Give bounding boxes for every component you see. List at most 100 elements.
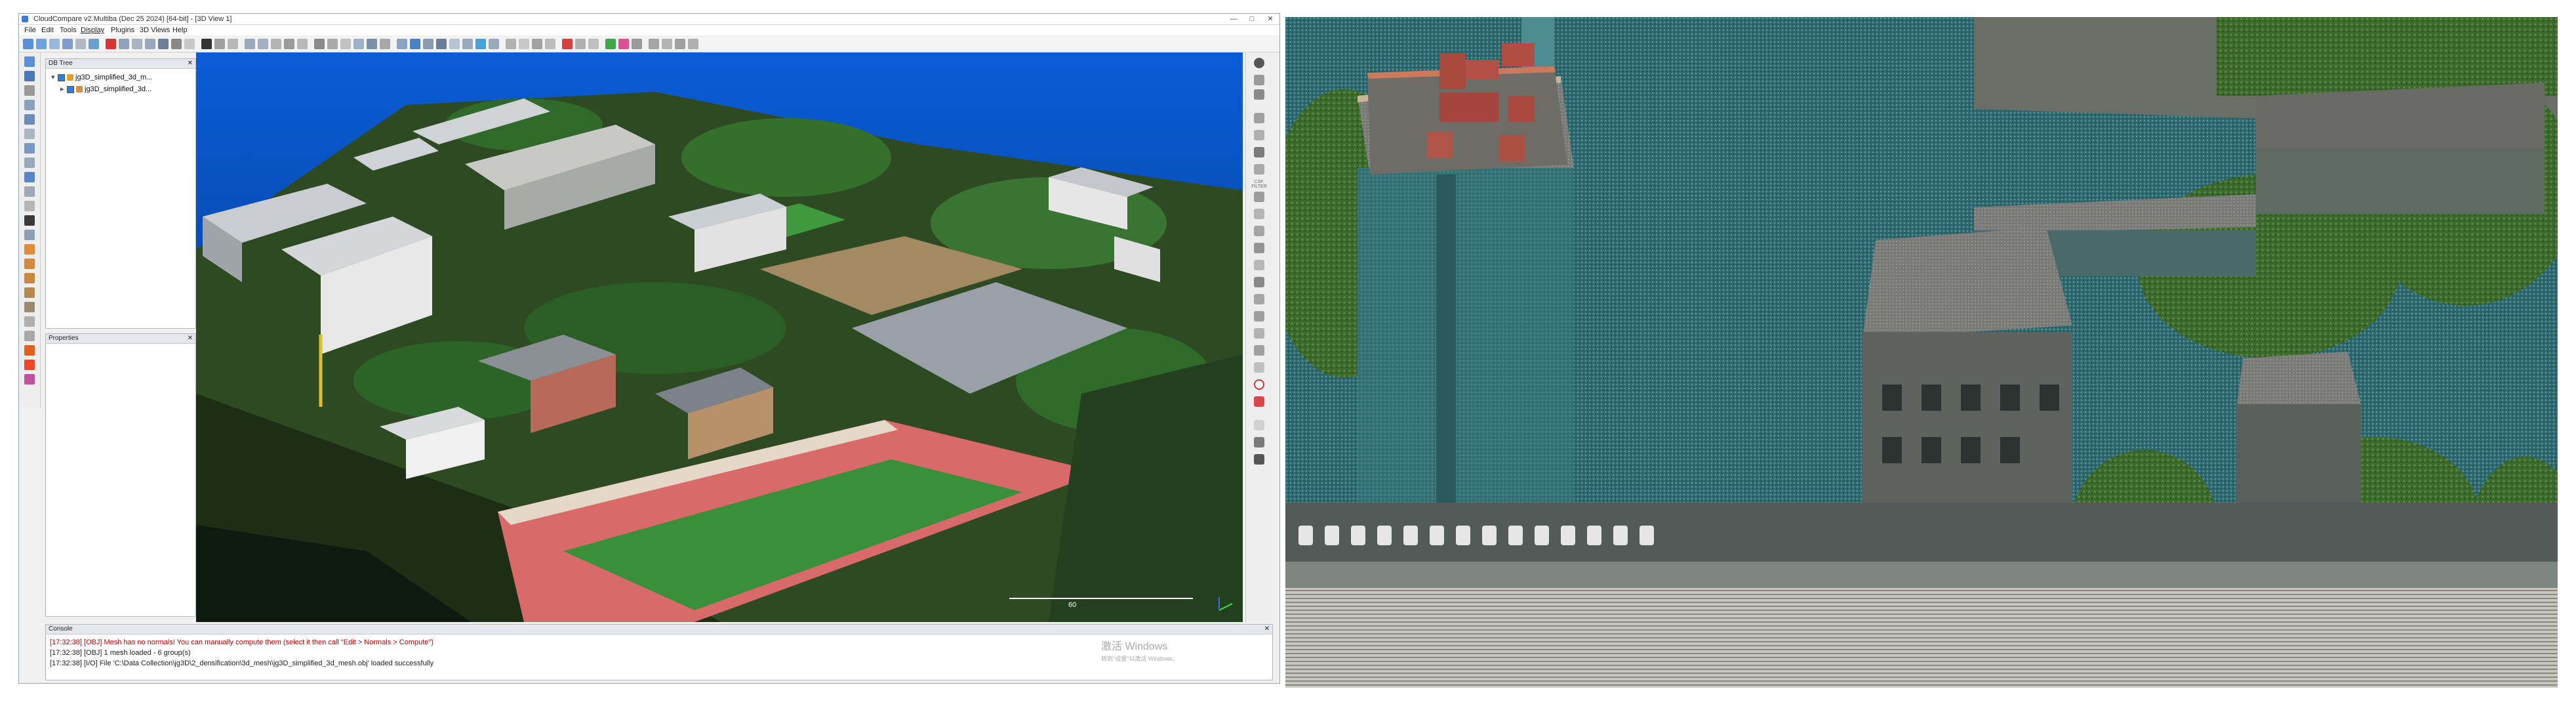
cloud-globe-icon[interactable]: [475, 39, 486, 49]
menu-edit[interactable]: Edit: [41, 25, 54, 35]
tool-r3-icon[interactable]: [1254, 89, 1264, 100]
tool-r2-icon[interactable]: [1254, 75, 1264, 85]
plugin-5-icon[interactable]: [662, 39, 672, 49]
scalar-field-icon[interactable]: [214, 39, 225, 49]
tool-r21-icon[interactable]: [1254, 420, 1264, 430]
expand-arrow-icon[interactable]: ▸: [60, 84, 67, 94]
tool-r17-icon[interactable]: [1254, 345, 1264, 356]
3d-view-canvas[interactable]: 60: [196, 52, 1243, 622]
sphere-icon[interactable]: [367, 39, 377, 49]
maximize-button[interactable]: □: [1243, 14, 1261, 24]
menu-tools[interactable]: Tools: [60, 25, 77, 35]
tool-r13-icon[interactable]: [1254, 277, 1264, 287]
tool-r14-icon[interactable]: [1254, 294, 1264, 304]
noise-icon[interactable]: [327, 39, 338, 49]
crop-icon[interactable]: [145, 39, 155, 49]
scale-icon[interactable]: [449, 39, 460, 49]
tree-item[interactable]: ▾ jg3D_simplified_3d_m...: [51, 72, 152, 83]
plugin-7-icon[interactable]: [688, 39, 698, 49]
menu-help[interactable]: Help: [172, 25, 188, 35]
grid-icon[interactable]: [410, 39, 420, 49]
delete-icon[interactable]: [106, 39, 116, 49]
tool-r6-icon[interactable]: [1254, 147, 1264, 157]
pan-icon[interactable]: [24, 331, 35, 341]
tree-item[interactable]: ▸ jg3D_simplified_3d...: [60, 84, 151, 94]
pivot-icon[interactable]: [24, 215, 35, 226]
zoom-icon[interactable]: [24, 230, 35, 240]
cloud-mesh-dist-icon[interactable]: [245, 39, 255, 49]
sun-icon[interactable]: [24, 259, 35, 269]
shader-icon[interactable]: [24, 273, 35, 283]
raster-icon[interactable]: [462, 39, 473, 49]
panel-close-icon[interactable]: ✕: [188, 59, 193, 68]
merge-icon[interactable]: [89, 39, 99, 49]
sample-points-icon[interactable]: [62, 39, 73, 49]
edl-icon[interactable]: [24, 287, 35, 298]
mask-icon[interactable]: [575, 39, 586, 49]
transform-icon[interactable]: [397, 39, 407, 49]
view-iso1-icon[interactable]: [24, 143, 35, 154]
tool-r11-icon[interactable]: [1254, 243, 1264, 253]
menu-plugins[interactable]: Plugins: [111, 25, 134, 35]
tool-43-icon[interactable]: [588, 39, 599, 49]
translate-rotate-icon[interactable]: [119, 39, 129, 49]
light-icon[interactable]: [24, 244, 35, 255]
tool-r9-icon[interactable]: [1254, 209, 1264, 219]
polyline-icon[interactable]: [519, 39, 529, 49]
view-top-icon[interactable]: [24, 56, 35, 67]
tool-r5-icon[interactable]: [1254, 130, 1264, 140]
plugin-3-icon[interactable]: [632, 39, 642, 49]
red-circle-icon[interactable]: [1254, 379, 1264, 390]
rgb-plugin-icon[interactable]: [605, 39, 616, 49]
matrix-icon[interactable]: [436, 39, 447, 49]
tool-r7-icon[interactable]: [1254, 164, 1264, 175]
tool-r8-icon[interactable]: [1254, 192, 1264, 202]
plane-icon[interactable]: [353, 39, 364, 49]
view-bottom-icon[interactable]: [24, 129, 35, 139]
profile-icon[interactable]: [545, 39, 555, 49]
align-icon[interactable]: [158, 39, 169, 49]
mesh-globe-icon[interactable]: [489, 39, 499, 49]
red-orange-tool-icon[interactable]: [24, 360, 35, 370]
view-right-icon[interactable]: [24, 114, 35, 125]
pencil-icon[interactable]: [506, 39, 516, 49]
tool-r18-icon[interactable]: [1254, 362, 1264, 373]
label-icon[interactable]: [297, 39, 308, 49]
contour-icon[interactable]: [380, 39, 390, 49]
expand-arrow-icon[interactable]: ▾: [51, 72, 58, 83]
menu-file[interactable]: File: [24, 25, 36, 35]
tool-r22-icon[interactable]: [1254, 437, 1264, 448]
smooth-icon[interactable]: [340, 39, 351, 49]
clone-icon[interactable]: [75, 39, 86, 49]
save-icon[interactable]: [36, 39, 47, 49]
red-tool-r-icon[interactable]: [1254, 396, 1264, 407]
tool-r23-icon[interactable]: [1254, 454, 1264, 465]
view-front-icon[interactable]: [24, 71, 35, 81]
tool-r16-icon[interactable]: [1254, 328, 1264, 339]
measure-icon[interactable]: [284, 39, 294, 49]
tool-r10-icon[interactable]: [1254, 226, 1264, 236]
visibility-checkbox[interactable]: [58, 73, 65, 81]
panel-close-icon[interactable]: ✕: [188, 334, 193, 343]
view-back-icon[interactable]: [24, 85, 35, 96]
orange-tool-icon[interactable]: [24, 345, 35, 356]
point-pick-icon[interactable]: [271, 39, 281, 49]
visibility-checkbox[interactable]: [67, 85, 74, 93]
plugin-6-icon[interactable]: [675, 39, 685, 49]
checkerboard-icon[interactable]: [201, 39, 212, 49]
magenta-tool-icon[interactable]: [24, 374, 35, 385]
segment-icon[interactable]: [132, 39, 142, 49]
view-left-icon[interactable]: [24, 100, 35, 110]
panel-close-icon[interactable]: ✕: [1264, 625, 1270, 634]
distance-icon[interactable]: [228, 39, 238, 49]
filter-icon[interactable]: [314, 39, 325, 49]
perspective-icon[interactable]: [24, 172, 35, 182]
global-shift-icon[interactable]: [49, 39, 60, 49]
red-tool-icon[interactable]: [562, 39, 573, 49]
plugin-4-icon[interactable]: [649, 39, 659, 49]
normals-icon[interactable]: [184, 39, 195, 49]
compute-icon[interactable]: [258, 39, 268, 49]
sub-sample-icon[interactable]: [171, 39, 182, 49]
zoom-fit-icon[interactable]: [24, 201, 35, 211]
volume-icon[interactable]: [423, 39, 433, 49]
